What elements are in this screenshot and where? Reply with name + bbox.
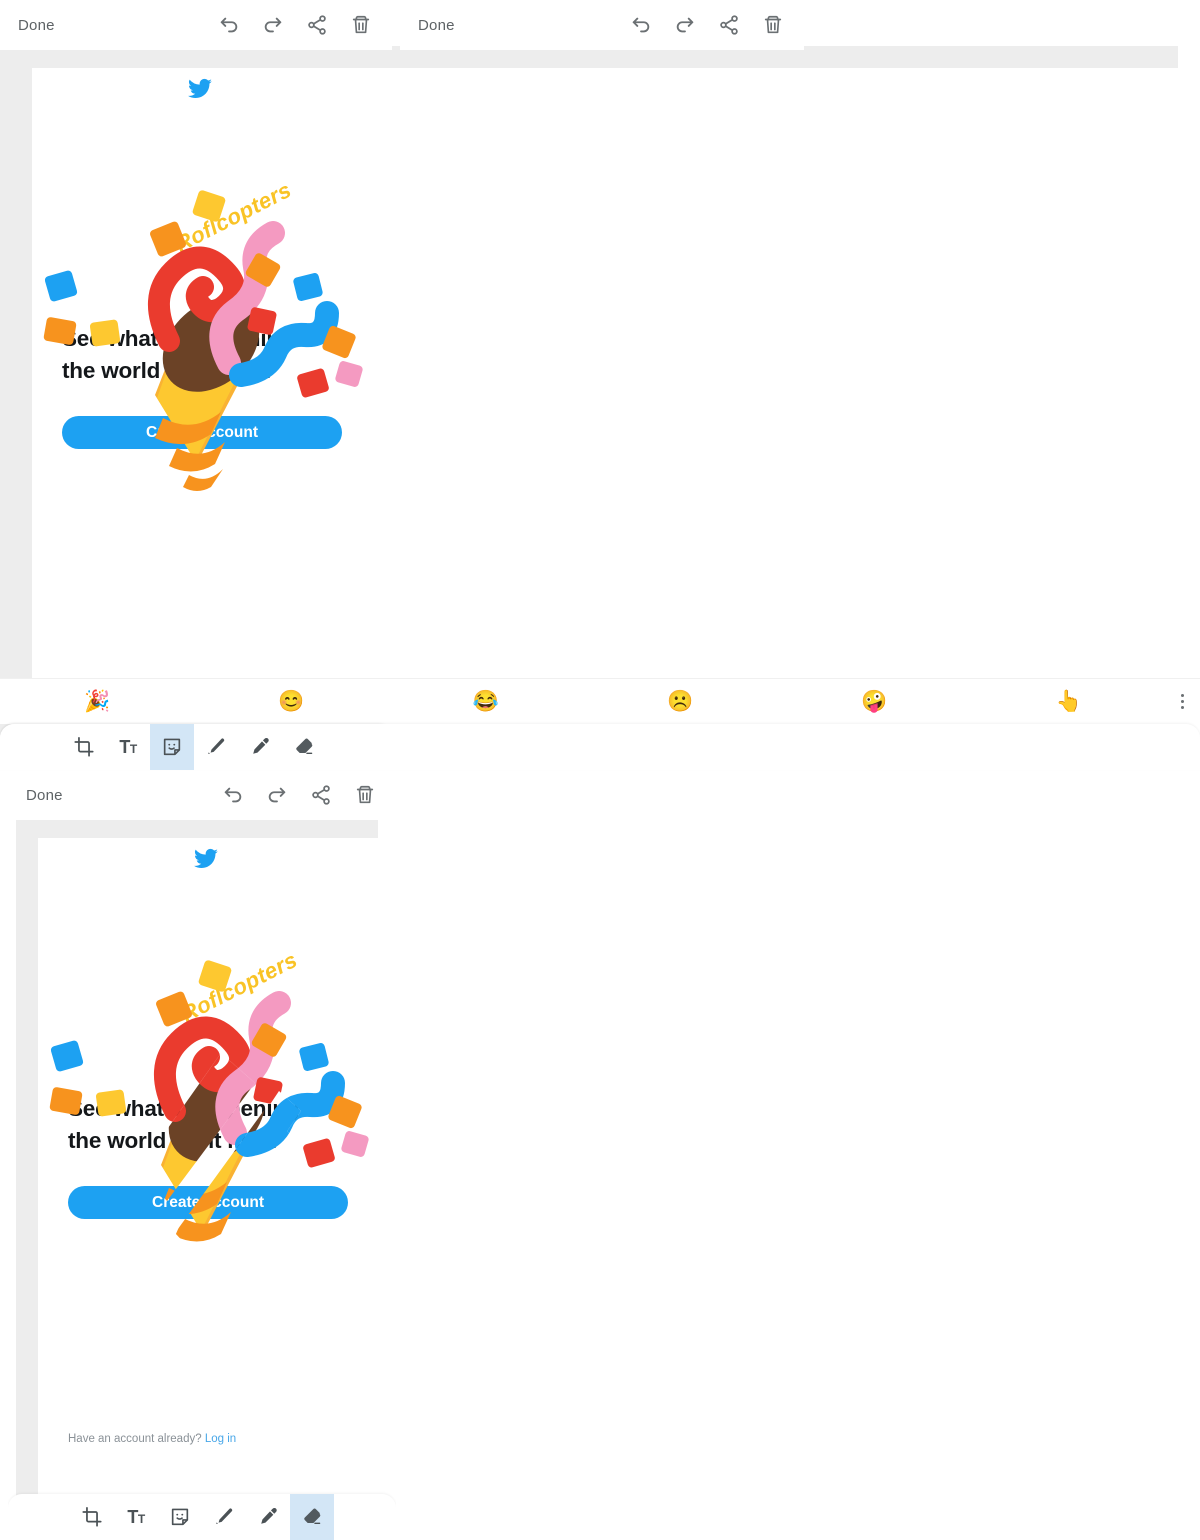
screenshot-canvas[interactable]: See what’s happening in the world right … bbox=[32, 68, 1178, 628]
canvas-frame-left bbox=[16, 816, 38, 1540]
redo-icon[interactable] bbox=[266, 784, 288, 806]
marker-tool[interactable] bbox=[202, 1494, 246, 1540]
delete-icon[interactable] bbox=[762, 14, 784, 36]
pointing-up-emoji[interactable]: 👆 bbox=[972, 691, 1166, 712]
delete-icon[interactable] bbox=[354, 784, 376, 806]
text-tool[interactable]: TT bbox=[106, 724, 150, 770]
redo-icon[interactable] bbox=[674, 14, 696, 36]
pen-tool[interactable] bbox=[238, 724, 282, 770]
eraser-tool[interactable] bbox=[282, 724, 326, 770]
share-icon[interactable] bbox=[310, 784, 332, 806]
text-tool-label: TT bbox=[119, 737, 136, 758]
undo-icon[interactable] bbox=[222, 784, 244, 806]
smiling-face-emoji[interactable]: 😊 bbox=[194, 691, 388, 712]
share-icon[interactable] bbox=[718, 14, 740, 36]
frowning-face-emoji[interactable]: ☹️ bbox=[583, 691, 777, 712]
done-button[interactable]: Done bbox=[26, 787, 63, 804]
canvas-area[interactable]: See what’s happening in the world right … bbox=[8, 816, 396, 1540]
pen-tool[interactable] bbox=[246, 1494, 290, 1540]
joy-emoji[interactable]: 😂 bbox=[389, 691, 583, 712]
party-popper-sticker-erased[interactable] bbox=[43, 933, 373, 1263]
top-action-bar: Done bbox=[400, 0, 804, 50]
share-icon[interactable] bbox=[306, 14, 328, 36]
editor-panels: Done Roflcopters See what’s happening in… bbox=[0, 0, 1200, 770]
text-tool[interactable]: TT bbox=[114, 1494, 158, 1540]
panel-eraser-tool: Done See what’s happening in the world r… bbox=[8, 770, 396, 1540]
screenshot-canvas[interactable]: See what’s happening in the world right … bbox=[38, 838, 378, 1492]
twitter-bird-icon bbox=[193, 846, 219, 872]
tool-toolbar: TT bbox=[8, 1494, 396, 1540]
login-prompt-text: Have an account already? bbox=[68, 1433, 202, 1445]
top-action-bar: Done bbox=[0, 0, 392, 50]
emoji-tray: 🎉 😊 😂 ☹️ 🤪 👆 bbox=[0, 678, 1200, 724]
top-icon-group bbox=[222, 784, 382, 806]
crop-tool[interactable] bbox=[62, 724, 106, 770]
top-icon-group bbox=[218, 14, 378, 36]
redo-icon[interactable] bbox=[262, 14, 284, 36]
eraser-tool[interactable] bbox=[290, 1494, 334, 1540]
emoji-overflow-icon[interactable] bbox=[1166, 694, 1200, 709]
undo-icon[interactable] bbox=[630, 14, 652, 36]
delete-icon[interactable] bbox=[350, 14, 372, 36]
top-icon-group bbox=[630, 14, 790, 36]
party-popper-emoji[interactable]: 🎉 bbox=[0, 691, 194, 712]
log-in-link[interactable]: Log in bbox=[205, 1433, 236, 1445]
sticker-tool[interactable] bbox=[150, 724, 194, 770]
done-button[interactable]: Done bbox=[18, 17, 55, 34]
text-tool-label: TT bbox=[127, 1507, 144, 1528]
zany-face-emoji[interactable]: 🤪 bbox=[777, 691, 971, 712]
canvas-frame-left bbox=[10, 46, 32, 770]
login-prompt: Have an account already? Log in bbox=[68, 1433, 236, 1445]
tool-toolbar: TT bbox=[0, 724, 1200, 770]
top-action-bar: Done bbox=[8, 770, 396, 820]
party-popper-sticker[interactable] bbox=[37, 163, 367, 493]
twitter-bird-icon bbox=[187, 76, 213, 102]
undo-icon[interactable] bbox=[218, 14, 240, 36]
done-button[interactable]: Done bbox=[418, 17, 455, 34]
canvas-area[interactable]: See what’s happening in the world right … bbox=[0, 46, 1200, 770]
crop-tool[interactable] bbox=[70, 1494, 114, 1540]
marker-tool[interactable] bbox=[194, 724, 238, 770]
sticker-tool[interactable] bbox=[158, 1494, 202, 1540]
